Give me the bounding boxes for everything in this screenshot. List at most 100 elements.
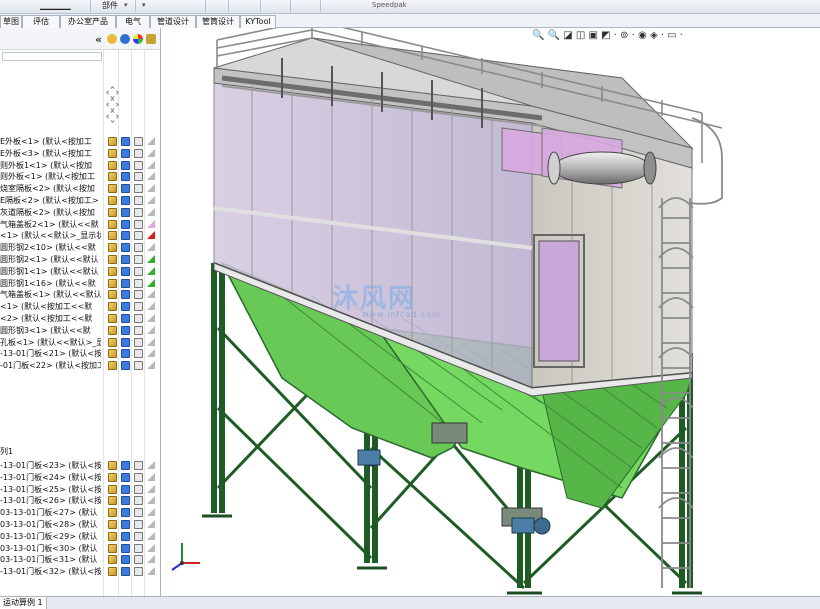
tree-item[interactable]: 圆形钢3<1> (默认<<默 (0, 325, 160, 336)
tree-item[interactable]: 圆形钢2<1> (默认<<默认 (0, 254, 160, 265)
appearance-swatch-icon[interactable] (134, 231, 143, 241)
tab-kytool[interactable]: KYTool (240, 15, 276, 28)
display-state-icon[interactable] (147, 508, 155, 517)
display-state-icon[interactable] (147, 231, 155, 240)
display-state-icon[interactable] (147, 349, 155, 358)
mate-icon[interactable] (108, 531, 117, 541)
display-state-icon[interactable] (147, 184, 155, 193)
component-icon[interactable] (121, 325, 130, 335)
component-icon[interactable] (121, 361, 130, 371)
display-state-icon[interactable] (147, 361, 155, 370)
display-state-icon[interactable] (147, 461, 155, 469)
appearance-icon[interactable] (133, 34, 143, 44)
mate-icon[interactable] (108, 496, 117, 506)
tree-item[interactable]: <1> (默认<<默认>_显示状 (0, 230, 160, 241)
mate-icon[interactable] (108, 472, 117, 482)
tree-item[interactable]: E隔板<2> (默认<按加工> (0, 195, 160, 206)
component-icon[interactable] (121, 555, 130, 565)
appearance-swatch-icon[interactable] (134, 184, 143, 194)
tree-item[interactable]: 灰道隔板<2> (默认<按加 (0, 207, 160, 218)
tree-item[interactable]: E外板<1> (默认<按加工 (0, 136, 160, 147)
appearance-swatch-icon[interactable] (134, 496, 143, 506)
tab-evaluate[interactable]: 评估 (22, 15, 60, 28)
ribbon-group-1[interactable]: ▁▁▁▁▁ (40, 0, 71, 12)
tree-item[interactable]: E外板<3> (默认<按加工 (0, 148, 160, 159)
tree-item[interactable]: 则外板1<1> (默认<按加 (0, 160, 160, 171)
appearance-swatch-icon[interactable] (134, 349, 143, 359)
appearance-swatch-icon[interactable] (134, 472, 143, 482)
mate-icon[interactable] (108, 337, 117, 347)
display-state-icon[interactable] (147, 148, 155, 157)
tree-item[interactable]: 气箱盖板<1> (默认<<默认 (0, 289, 160, 300)
tab-tubing[interactable]: 管筒设计 (196, 15, 240, 28)
mate-icon[interactable] (108, 278, 117, 288)
mate-icon[interactable] (108, 207, 117, 217)
chevron-down-icon[interactable]: ▾ (124, 1, 128, 9)
display-state-icon[interactable] (147, 520, 155, 528)
component-icon[interactable] (121, 314, 130, 323)
tree-item[interactable]: 03-13-01门板<29> (默认 (0, 531, 160, 542)
collapse-panel-button[interactable]: « (95, 33, 102, 46)
appearance-swatch-icon[interactable] (134, 266, 143, 276)
display-state-icon[interactable] (147, 196, 155, 204)
component-icon[interactable] (121, 543, 130, 553)
component-icon[interactable] (121, 496, 130, 506)
tab-motion-study[interactable]: 运动算例 1 (0, 597, 47, 609)
display-state-icon[interactable] (147, 219, 155, 228)
tree-filter-input[interactable] (2, 52, 102, 61)
component-icon[interactable] (121, 290, 130, 300)
appearance-swatch-icon[interactable] (134, 219, 143, 229)
mate-icon[interactable] (108, 231, 117, 241)
mate-icon[interactable] (108, 184, 117, 194)
appearance-swatch-icon[interactable] (134, 520, 143, 529)
appearance-swatch-icon[interactable] (134, 243, 143, 253)
display-state-icon[interactable] (147, 290, 155, 299)
display-state-icon[interactable] (147, 243, 155, 252)
component-icon[interactable] (121, 302, 130, 312)
mate-icon[interactable] (108, 567, 117, 577)
component-icon[interactable] (121, 531, 130, 541)
display-state-icon[interactable] (147, 337, 155, 346)
display-state-icon[interactable] (147, 555, 155, 564)
mate-icon[interactable] (108, 219, 117, 229)
display-state-icon[interactable] (147, 314, 155, 322)
component-icon[interactable] (121, 472, 130, 482)
display-state-icon[interactable] (147, 567, 155, 576)
appearance-swatch-icon[interactable] (134, 567, 143, 577)
tab-piping[interactable]: 管道设计 (150, 15, 196, 28)
tree-item[interactable]: 03-13-01门板<27> (默认 (0, 507, 160, 518)
component-icon[interactable] (121, 243, 130, 253)
tree-item[interactable]: -13-01门板<24> (默认<按 (0, 472, 160, 483)
mate-icon[interactable] (108, 160, 117, 170)
reference-plane-icon[interactable] (106, 110, 119, 123)
display-state-icon[interactable] (147, 160, 155, 169)
appearance-swatch-icon[interactable] (134, 160, 143, 170)
display-state-icon[interactable] (147, 266, 155, 275)
mate-icon[interactable] (108, 508, 117, 518)
tree-item[interactable]: -01门板<22> (默认<按加工 (0, 360, 160, 371)
component-icon[interactable] (121, 219, 130, 229)
appearance-swatch-icon[interactable] (134, 484, 143, 494)
mate-icon[interactable] (108, 325, 117, 335)
reference-plane-icon[interactable] (106, 98, 119, 111)
mate-icon[interactable] (108, 314, 117, 323)
display-state-icon[interactable] (147, 255, 155, 263)
mate-icon[interactable] (108, 148, 117, 158)
mate-icon[interactable] (108, 290, 117, 300)
appearance-swatch-icon[interactable] (134, 207, 143, 217)
component-icon[interactable] (121, 255, 130, 264)
mate-icon[interactable] (108, 461, 117, 470)
component-icon[interactable] (121, 184, 130, 194)
component-icon[interactable] (121, 196, 130, 205)
component-icon[interactable] (121, 207, 130, 217)
tree-item[interactable]: 圆形钢2<10> (默认<<默 (0, 242, 160, 253)
mate-icon[interactable] (108, 555, 117, 565)
display-state-icon[interactable] (147, 207, 155, 216)
mate-icon[interactable] (108, 266, 117, 276)
component-icon[interactable] (121, 349, 130, 359)
tree-item[interactable]: -13-01门板<26> (默认<按 (0, 495, 160, 506)
tree-item[interactable]: 03-13-01门板<28> (默认 (0, 519, 160, 530)
component-icon[interactable] (121, 484, 130, 494)
mate-icon[interactable] (108, 543, 117, 553)
appearance-swatch-icon[interactable] (134, 148, 143, 158)
